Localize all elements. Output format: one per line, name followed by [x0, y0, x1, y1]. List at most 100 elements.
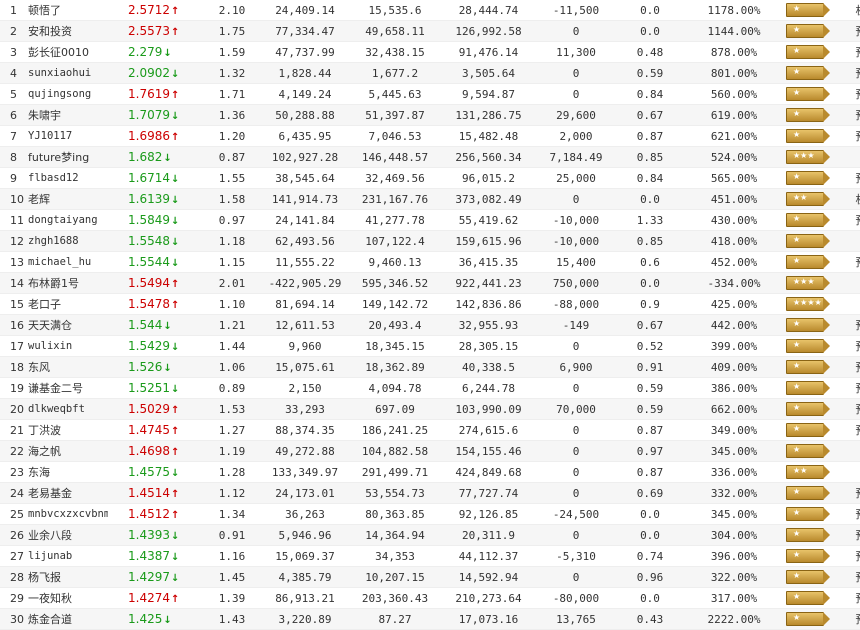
trader-name[interactable]: 一夜知秋 [28, 587, 108, 609]
badge-stars-icon: ★ [793, 130, 801, 139]
score-value: 1.5849 [128, 213, 170, 227]
metric-3: 7,046.53 [349, 125, 441, 147]
rank-cell: 22 [0, 440, 28, 462]
trader-name[interactable]: 海之帆 [28, 440, 108, 462]
metric-1: 1.58 [203, 188, 261, 210]
table-row[interactable]: 22 海之帆 1.4698↑ 1.19 49,272.88 104,882.58 154,1… [0, 440, 860, 462]
metric-2: 49,272.88 [261, 440, 349, 462]
trader-name[interactable]: 炼金合道 [28, 608, 108, 630]
rank-title: 预备役 [844, 41, 860, 63]
table-row[interactable]: 14 布林爵1号 1.5494↑ 2.01 -422,905.29 595,346.52 9… [0, 272, 860, 294]
rank-badge-cell: ★ [784, 566, 844, 588]
table-row[interactable]: 9 flbasd12 1.6714↓ 1.55 38,545.64 32,469.56 96… [0, 167, 860, 189]
metric-3: 291,499.71 [349, 461, 441, 483]
rank-title: 预备役 [844, 524, 860, 546]
trader-name[interactable]: 丁洪波 [28, 419, 108, 441]
table-row[interactable]: 30 炼金合道 1.425↓ 1.43 3,220.89 87.27 17,073.16 13… [0, 608, 860, 630]
table-row[interactable]: 26 业余八段 1.4393↓ 0.91 5,946.96 14,364.94 20,311… [0, 524, 860, 546]
table-row[interactable]: 6 朱啸宇 1.7079↓ 1.36 50,288.88 51,397.87 131,286… [0, 104, 860, 126]
table-row[interactable]: 23 东海 1.4575↓ 1.28 133,349.97 291,499.71 424,8… [0, 461, 860, 483]
table-row[interactable]: 21 丁洪波 1.4745↑ 1.27 88,374.35 186,241.25 274,6… [0, 419, 860, 441]
table-row[interactable]: 27 lijunab 1.4387↓ 1.16 15,069.37 34,353 44,11… [0, 545, 860, 567]
rank-title: 机枪手 [844, 0, 860, 21]
table-row[interactable]: 16 天天满仓 1.544↓ 1.21 12,611.53 20,493.4 32,955.… [0, 314, 860, 336]
trader-name[interactable]: 老辉 [28, 188, 108, 210]
trader-name[interactable]: 顿悟了 [28, 0, 108, 21]
table-row[interactable]: 19 谦基金二号 1.5251↓ 0.89 2,150 4,094.78 6,244.78 0… [0, 377, 860, 399]
table-row[interactable]: 1 顿悟了 2.5712↑ 2.10 24,409.14 15,535.6 28,444.7… [0, 0, 860, 21]
trader-name[interactable]: michael_hu [28, 251, 108, 273]
trader-name[interactable]: dlkweqbft [28, 398, 108, 420]
rank-cell: 29 [0, 587, 28, 609]
trader-name[interactable]: wulixin [28, 335, 108, 357]
rank-badge-icon: ★ [786, 3, 830, 17]
arrow-down-icon: ↓ [171, 468, 180, 479]
trader-name[interactable]: 东风 [28, 356, 108, 378]
metric-6: 0.43 [616, 608, 684, 630]
table-row[interactable]: 3 彭长征0010 2.279↓ 1.59 47,737.99 32,438.15 91,4… [0, 41, 860, 63]
trader-name[interactable]: 安和投资 [28, 20, 108, 42]
score-cell: 1.4387↓ [108, 545, 203, 567]
trader-name[interactable]: 彭长征0010 [28, 41, 108, 63]
rank-badge-cell: ★ [784, 167, 844, 189]
trader-name[interactable]: YJ10117 [28, 125, 108, 147]
trader-name[interactable]: dongtaiyang [28, 209, 108, 231]
trader-name[interactable]: 东海 [28, 461, 108, 483]
arrow-up-icon: ↑ [171, 447, 180, 458]
arrow-up-icon: ↑ [171, 405, 180, 416]
table-row[interactable]: 24 老易基金 1.4514↑ 1.12 24,173.01 53,554.73 77,72… [0, 482, 860, 504]
metric-1: 1.28 [203, 461, 261, 483]
score-value: 1.4387 [128, 549, 170, 563]
trader-name[interactable]: 业余八段 [28, 524, 108, 546]
table-row[interactable]: 25 mnbvcxzxcvbnm 1.4512↑ 1.34 36,263 80,363.8… [0, 503, 860, 525]
table-row[interactable]: 20 dlkweqbft 1.5029↑ 1.53 33,293 697.09 103,99… [0, 398, 860, 420]
arrow-down-icon: ↓ [171, 111, 180, 122]
metric-4: 55,419.62 [441, 209, 536, 231]
trader-name[interactable]: zhgh1688 [28, 230, 108, 252]
trader-name[interactable]: 老口子 [28, 293, 108, 315]
table-row[interactable]: 18 东风 1.526↓ 1.06 15,075.61 18,362.89 40,338.5… [0, 356, 860, 378]
trader-name[interactable]: sunxiaohui [28, 62, 108, 84]
rank-badge-cell: ★ [784, 20, 844, 42]
badge-stars-icon: ★ [793, 487, 801, 496]
trader-name[interactable]: 老易基金 [28, 482, 108, 504]
rank-badge-cell: ★ [784, 608, 844, 630]
trader-name[interactable]: 朱啸宇 [28, 104, 108, 126]
score-cell: 1.6714↓ [108, 167, 203, 189]
table-row[interactable]: 17 wulixin 1.5429↓ 1.44 9,960 18,345.15 28,305… [0, 335, 860, 357]
metric-6: 0.67 [616, 104, 684, 126]
metric-6: 0.0 [616, 272, 684, 294]
trader-name[interactable]: 谦基金二号 [28, 377, 108, 399]
table-row[interactable]: 13 michael_hu 1.5544↓ 1.15 11,555.22 9,460.13… [0, 251, 860, 273]
metric-4: 28,444.74 [441, 0, 536, 21]
rank-badge-icon: ★ [786, 528, 830, 542]
score-value: 1.4297 [128, 570, 170, 584]
trader-name[interactable]: 布林爵1号 [28, 272, 108, 294]
score-value: 1.544 [128, 318, 163, 332]
table-row[interactable]: 7 YJ10117 1.6986↑ 1.20 6,435.95 7,046.53 15,48… [0, 125, 860, 147]
table-row[interactable]: 29 一夜知秋 1.4274↑ 1.39 86,913.21 203,360.43 210,… [0, 587, 860, 609]
trader-name[interactable]: flbasd12 [28, 167, 108, 189]
arrow-down-icon: ↓ [171, 174, 180, 185]
table-row[interactable]: 28 杨飞报 1.4297↓ 1.45 4,385.79 10,207.15 14,592.… [0, 566, 860, 588]
trader-name[interactable]: lijunab [28, 545, 108, 567]
table-row[interactable]: 8 future梦ing 1.682↓ 0.87 102,927.28 146,448.5… [0, 146, 860, 168]
metric-2: 38,545.64 [261, 167, 349, 189]
table-row[interactable]: 15 老口子 1.5478↑ 1.10 81,694.14 149,142.72 142,8… [0, 293, 860, 315]
metric-2: 1,828.44 [261, 62, 349, 84]
rank-title: 预备役 [844, 167, 860, 189]
score-value: 1.4514 [128, 486, 170, 500]
trader-name[interactable]: future梦ing [28, 146, 108, 168]
trader-name[interactable]: 杨飞报 [28, 566, 108, 588]
table-row[interactable]: 2 安和投资 2.5573↑ 1.75 77,334.47 49,658.11 126,99… [0, 20, 860, 42]
metric-4: 256,560.34 [441, 146, 536, 168]
trader-name[interactable]: mnbvcxzxcvbnm [28, 503, 108, 525]
table-row[interactable]: 4 sunxiaohui 2.0902↓ 1.32 1,828.44 1,677.2 3,5… [0, 62, 860, 84]
trader-name[interactable]: qujingsong [28, 83, 108, 105]
table-row[interactable]: 10 老辉 1.6139↓ 1.58 141,914.73 231,167.76 373,0… [0, 188, 860, 210]
table-row[interactable]: 5 qujingsong 1.7619↑ 1.71 4,149.24 5,445.63 9,… [0, 83, 860, 105]
table-row[interactable]: 12 zhgh1688 1.5548↓ 1.18 62,493.56 107,122.4 1… [0, 230, 860, 252]
arrow-down-icon: ↓ [163, 321, 172, 332]
table-row[interactable]: 11 dongtaiyang 1.5849↓ 0.97 24,141.84 41,277.… [0, 209, 860, 231]
trader-name[interactable]: 天天满仓 [28, 314, 108, 336]
